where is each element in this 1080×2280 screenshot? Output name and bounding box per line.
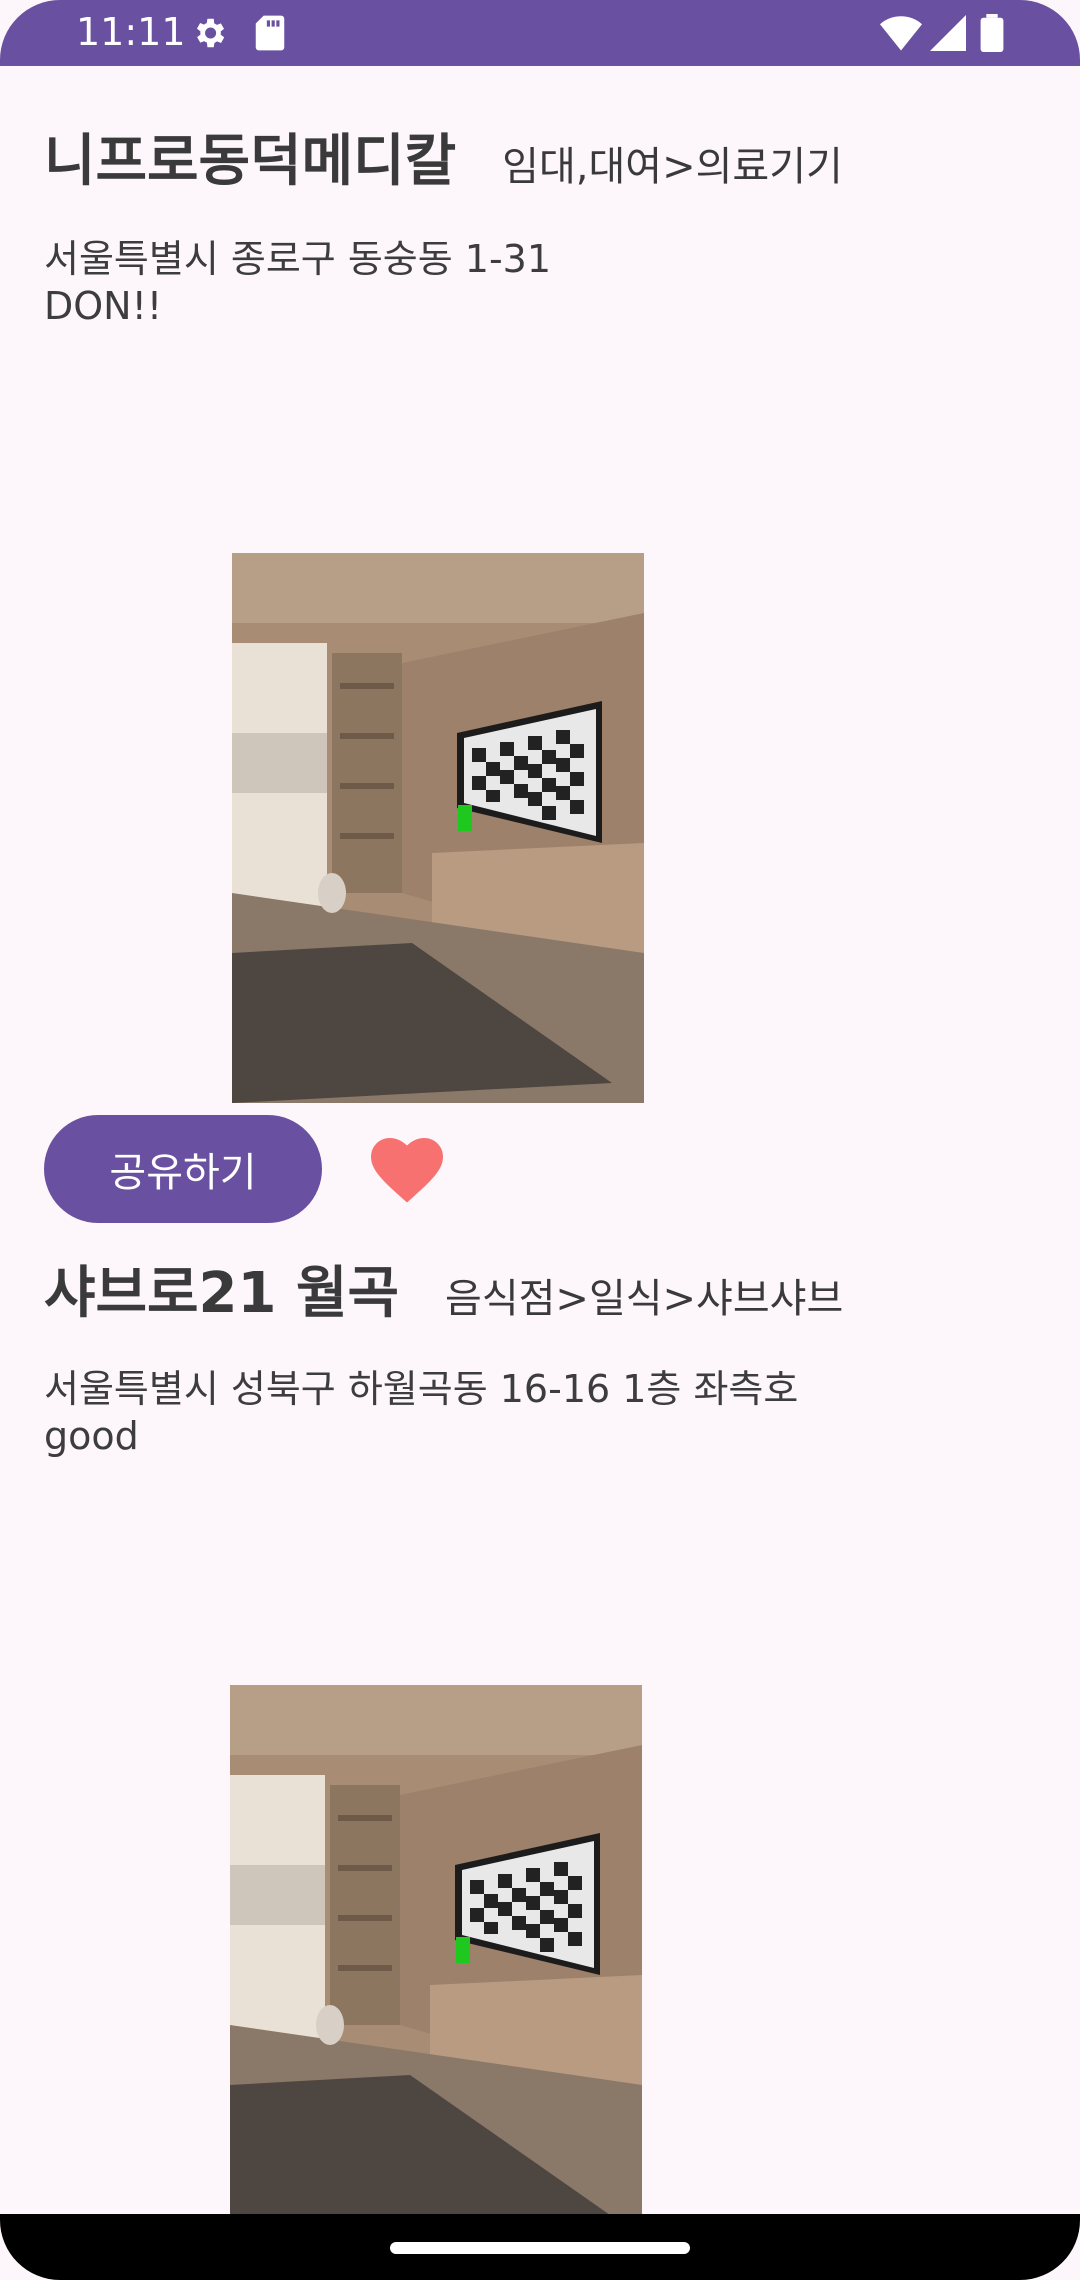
- settings-icon: [190, 14, 228, 56]
- place-photo: [230, 1685, 642, 2235]
- status-time: 11:11: [76, 10, 186, 54]
- home-handle[interactable]: [390, 2242, 690, 2254]
- battery-icon: [980, 14, 1004, 56]
- place-address: 서울특별시 종로구 동숭동 1-31: [44, 237, 552, 281]
- title-row: 니프로동덕메디칼 임대,대여>의료기기: [44, 116, 843, 197]
- place-address: 서울특별시 성북구 하월곡동 16-16 1층 좌측호: [44, 1367, 799, 1411]
- share-button[interactable]: 공유하기: [44, 1115, 322, 1223]
- navigation-bar: [0, 2214, 1080, 2280]
- status-bar: 11:11: [0, 0, 1080, 66]
- signal-icon: [930, 14, 966, 56]
- sd-card-icon: [254, 14, 286, 56]
- place-category: 음식점>일식>샤브샤브: [445, 1276, 844, 1322]
- place-name: 샤브로21 월곡: [44, 1261, 400, 1326]
- title-row: 샤브로21 월곡 음식점>일식>샤브샤브: [44, 1248, 843, 1329]
- place-memo: good: [44, 1414, 139, 1458]
- place-category: 임대,대여>의료기기: [502, 144, 843, 190]
- place-photo: [232, 553, 644, 1103]
- wifi-icon: [880, 14, 922, 56]
- place-name: 니프로동덕메디칼: [44, 129, 457, 194]
- place-memo: DON!!: [44, 284, 163, 328]
- heart-icon[interactable]: [370, 1138, 444, 1208]
